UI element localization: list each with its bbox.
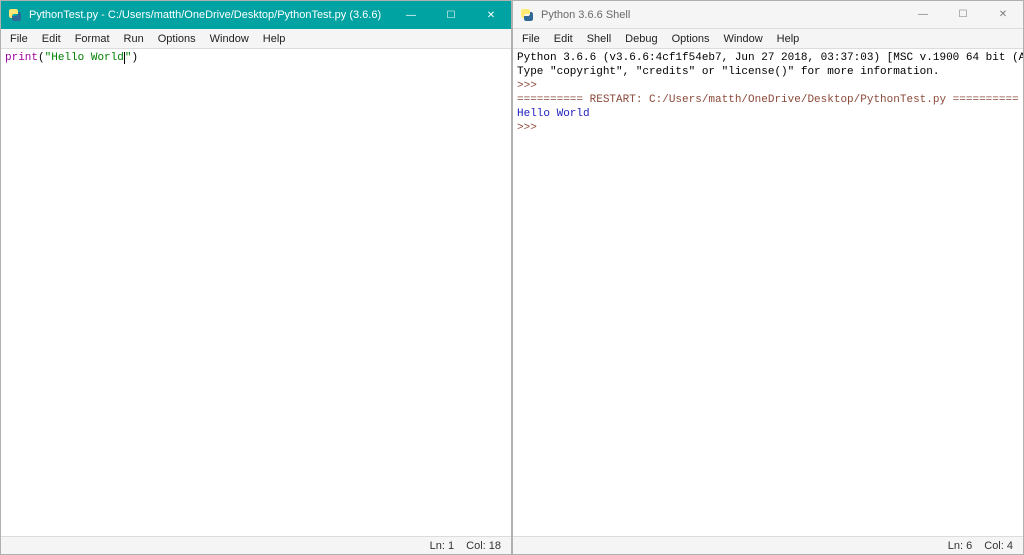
menu-shell[interactable]: Shell	[580, 29, 618, 49]
menu-file[interactable]: File	[3, 29, 35, 49]
editor-window-controls: — ☐ ✕	[391, 1, 511, 29]
status-line: Ln: 6	[948, 540, 972, 552]
editor-window: PythonTest.py - C:/Users/matth/OneDrive/…	[0, 0, 512, 555]
maximize-button[interactable]: ☐	[943, 1, 983, 28]
shell-banner-line: Python 3.6.6 (v3.6.6:4cf1f54eb7, Jun 27 …	[517, 52, 1023, 64]
python-shell-icon	[519, 7, 535, 23]
code-token-paren: )	[131, 52, 138, 64]
shell-output-line: Hello World	[517, 108, 590, 120]
menu-file[interactable]: File	[515, 29, 547, 49]
shell-statusbar: Ln: 6 Col: 4	[513, 536, 1023, 554]
menu-format[interactable]: Format	[68, 29, 117, 49]
minimize-button[interactable]: —	[903, 1, 943, 28]
python-file-icon	[7, 7, 23, 23]
menu-window[interactable]: Window	[203, 29, 256, 49]
editor-title: PythonTest.py - C:/Users/matth/OneDrive/…	[29, 9, 391, 21]
editor-titlebar[interactable]: PythonTest.py - C:/Users/matth/OneDrive/…	[1, 1, 511, 29]
shell-restart-line: ========== RESTART: C:/Users/matth/OneDr…	[517, 94, 1019, 106]
shell-window: Python 3.6.6 Shell — ☐ ✕ File Edit Shell…	[512, 0, 1024, 555]
minimize-button[interactable]: —	[391, 1, 431, 29]
editor-statusbar: Ln: 1 Col: 18	[1, 536, 511, 554]
shell-prompt: >>>	[517, 122, 537, 134]
menu-help[interactable]: Help	[770, 29, 807, 49]
menu-run[interactable]: Run	[117, 29, 151, 49]
shell-banner-line: Type "copyright", "credits" or "license(…	[517, 66, 939, 78]
shell-prompt: >>>	[517, 80, 537, 92]
menu-options[interactable]: Options	[665, 29, 717, 49]
editor-menubar: File Edit Format Run Options Window Help	[1, 29, 511, 49]
menu-window[interactable]: Window	[717, 29, 770, 49]
status-col: Col: 18	[466, 540, 501, 552]
menu-edit[interactable]: Edit	[35, 29, 68, 49]
shell-menubar: File Edit Shell Debug Options Window Hel…	[513, 29, 1023, 49]
menu-debug[interactable]: Debug	[618, 29, 664, 49]
code-token-func: print	[5, 52, 38, 64]
menu-edit[interactable]: Edit	[547, 29, 580, 49]
shell-window-controls: — ☐ ✕	[903, 1, 1023, 28]
status-line: Ln: 1	[430, 540, 454, 552]
status-col: Col: 4	[984, 540, 1013, 552]
shell-titlebar[interactable]: Python 3.6.6 Shell — ☐ ✕	[513, 1, 1023, 29]
editor-code-area[interactable]: print("Hello World")	[1, 49, 511, 536]
code-token-paren: (	[38, 52, 45, 64]
close-button[interactable]: ✕	[471, 1, 511, 29]
menu-help[interactable]: Help	[256, 29, 293, 49]
menu-options[interactable]: Options	[151, 29, 203, 49]
shell-output-area[interactable]: Python 3.6.6 (v3.6.6:4cf1f54eb7, Jun 27 …	[513, 49, 1023, 536]
code-token-string: Hello World	[51, 52, 124, 64]
close-button[interactable]: ✕	[983, 1, 1023, 28]
shell-title: Python 3.6.6 Shell	[541, 9, 903, 21]
maximize-button[interactable]: ☐	[431, 1, 471, 29]
